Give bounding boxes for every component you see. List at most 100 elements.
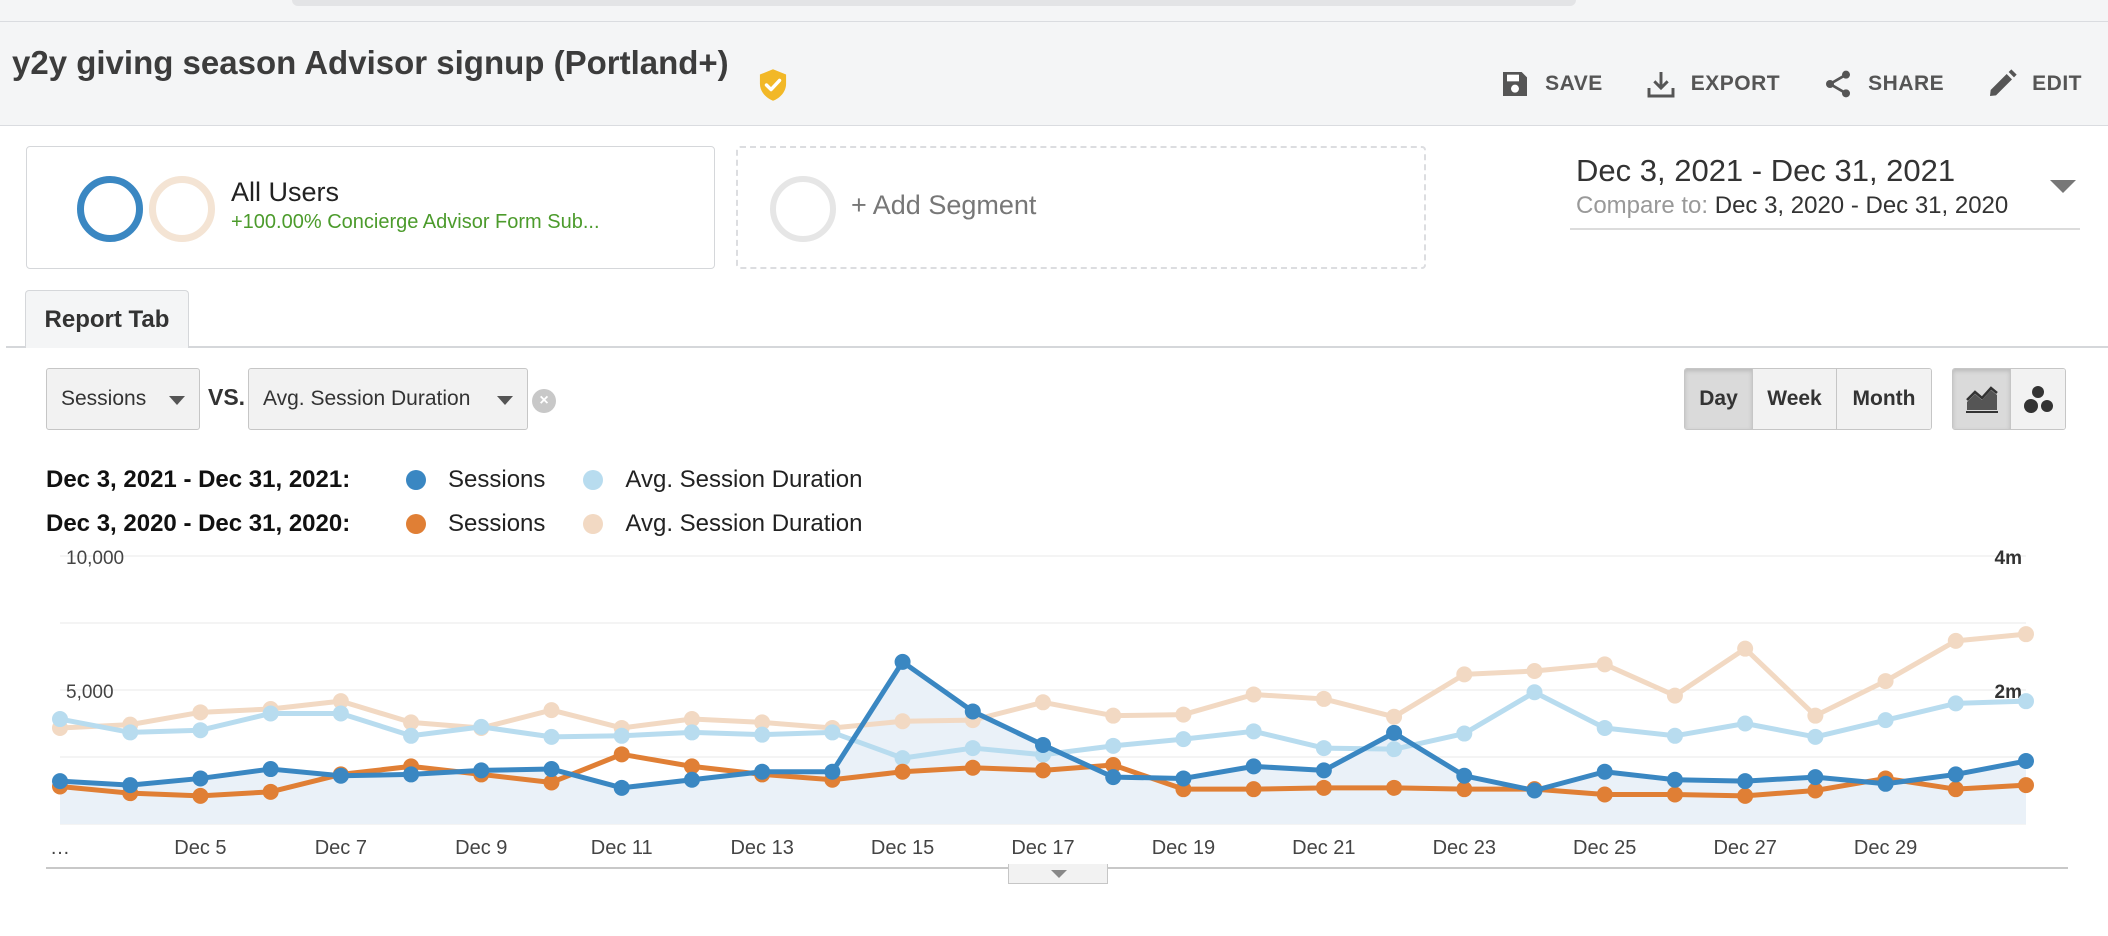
verified-shield-icon bbox=[759, 69, 787, 101]
date-range-compare: Compare to: Dec 3, 2020 - Dec 31, 2020 bbox=[1576, 192, 2008, 220]
data-point-sessions-2020 bbox=[262, 783, 279, 800]
data-point-duration-2021 bbox=[964, 740, 981, 757]
data-point-duration-2020 bbox=[543, 702, 560, 719]
remove-metric-icon[interactable]: × bbox=[532, 389, 556, 413]
line-chart-button[interactable] bbox=[1953, 369, 2011, 429]
export-label: EXPORT bbox=[1690, 72, 1781, 95]
download-icon bbox=[1647, 72, 1675, 98]
x-tick-label: Dec 21 bbox=[1292, 837, 1355, 859]
data-point-duration-2021 bbox=[1526, 684, 1543, 701]
data-point-duration-2020 bbox=[1315, 690, 1332, 707]
edit-button[interactable]: EDIT bbox=[1986, 68, 2082, 100]
data-point-sessions-2020 bbox=[1245, 781, 1262, 798]
share-label: SHARE bbox=[1868, 72, 1945, 95]
data-point-sessions-2021 bbox=[52, 773, 68, 790]
legend-dot-icon bbox=[583, 470, 604, 490]
data-point-sessions-2020 bbox=[1947, 781, 1964, 798]
x-tick-label: Dec 7 bbox=[315, 837, 367, 859]
segment-name: All Users bbox=[231, 177, 340, 207]
data-point-sessions-2020 bbox=[1666, 786, 1683, 803]
legend-sessions-current-label: Sessions bbox=[448, 466, 546, 493]
share-icon bbox=[1826, 70, 1851, 98]
secondary-metric-select[interactable]: Avg. Session Duration bbox=[248, 368, 528, 430]
export-button[interactable]: EXPORT bbox=[1645, 68, 1780, 100]
legend-duration-current-label: Avg. Session Duration bbox=[625, 466, 863, 493]
x-tick-label: Dec 17 bbox=[1011, 837, 1074, 859]
x-tick-label: Dec 19 bbox=[1152, 837, 1215, 859]
data-point-duration-2021 bbox=[192, 722, 209, 739]
legend-dot-icon bbox=[406, 470, 426, 490]
x-tick-label: Dec 11 bbox=[591, 837, 653, 859]
data-point-sessions-2021 bbox=[1386, 724, 1403, 741]
data-point-duration-2021 bbox=[332, 705, 349, 722]
data-point-sessions-2021 bbox=[964, 703, 981, 720]
save-button[interactable]: SAVE bbox=[1499, 68, 1603, 100]
add-segment-label: + Add Segment bbox=[851, 190, 1037, 220]
data-point-duration-2020 bbox=[1035, 694, 1051, 711]
data-point-sessions-2021 bbox=[2018, 753, 2034, 770]
legend-duration-previous-label: Avg. Session Duration bbox=[625, 510, 863, 537]
data-point-sessions-2021 bbox=[1737, 773, 1754, 790]
collapse-chart-toggle[interactable] bbox=[1008, 864, 1108, 884]
search-bar[interactable] bbox=[292, 0, 1576, 6]
legend-dot-icon bbox=[406, 514, 426, 534]
legend-period-previous: Dec 3, 2020 - Dec 31, 2020: bbox=[46, 510, 351, 537]
data-point-duration-2020 bbox=[1245, 686, 1262, 703]
y-left-tick-label: 5,000 bbox=[66, 682, 114, 703]
segment-all-users[interactable]: All Users +100.00% Concierge Advisor For… bbox=[26, 146, 715, 269]
segment-detail: +100.00% Concierge Advisor Form Sub... bbox=[231, 211, 600, 233]
data-point-duration-2021 bbox=[754, 726, 771, 743]
date-range-picker[interactable]: Dec 3, 2021 - Dec 31, 2021 Compare to: D… bbox=[1570, 150, 2080, 230]
data-point-duration-2021 bbox=[262, 705, 279, 722]
data-point-sessions-2021 bbox=[1877, 775, 1894, 792]
data-point-duration-2021 bbox=[403, 727, 420, 744]
share-button[interactable]: SHARE bbox=[1822, 68, 1944, 100]
data-point-duration-2021 bbox=[824, 724, 841, 741]
compare-label: Compare to: bbox=[1576, 192, 1709, 219]
data-point-sessions-2021 bbox=[1105, 769, 1122, 786]
edit-label: EDIT bbox=[2032, 72, 2082, 95]
data-point-sessions-2020 bbox=[1737, 787, 1754, 804]
motion-chart-button[interactable] bbox=[2011, 369, 2065, 429]
x-tick-label: Dec 13 bbox=[730, 837, 793, 859]
data-point-duration-2021 bbox=[1456, 725, 1473, 742]
data-point-duration-2021 bbox=[1596, 719, 1613, 736]
tab-report[interactable]: Report Tab bbox=[25, 290, 189, 348]
month-button[interactable]: Month bbox=[1837, 369, 1931, 429]
week-button[interactable]: Week bbox=[1753, 369, 1837, 429]
data-point-sessions-2021 bbox=[1315, 762, 1332, 779]
legend-dot-icon bbox=[583, 514, 604, 534]
data-point-duration-2020 bbox=[1877, 673, 1894, 690]
legend-period-current: Dec 3, 2021 - Dec 31, 2021: bbox=[46, 466, 351, 493]
data-point-sessions-2020 bbox=[2018, 777, 2034, 794]
data-point-sessions-2021 bbox=[332, 767, 349, 784]
data-point-duration-2021 bbox=[894, 750, 911, 767]
x-tick-label: Dec 15 bbox=[871, 837, 934, 859]
granularity-buttons: Day Week Month bbox=[1684, 368, 1932, 430]
legend-duration-previous[interactable]: Avg. Session Duration bbox=[583, 510, 862, 538]
data-point-duration-2021 bbox=[2018, 693, 2034, 710]
data-point-sessions-2020 bbox=[1386, 779, 1403, 796]
legend-duration-current[interactable]: Avg. Session Duration bbox=[583, 466, 862, 494]
x-tick-label: Dec 29 bbox=[1854, 837, 1917, 859]
legend-sessions-previous[interactable]: Sessions bbox=[406, 510, 545, 538]
empty-segment-ring-icon bbox=[770, 176, 836, 242]
data-point-duration-2021 bbox=[613, 727, 630, 744]
data-point-sessions-2021 bbox=[403, 766, 420, 783]
segment-current-ring-icon bbox=[77, 176, 143, 242]
data-point-duration-2020 bbox=[1456, 666, 1473, 683]
data-point-duration-2021 bbox=[1386, 741, 1403, 758]
add-segment-button[interactable]: + Add Segment bbox=[736, 146, 1426, 269]
data-point-duration-2021 bbox=[1666, 727, 1683, 744]
day-button[interactable]: Day bbox=[1685, 369, 1753, 429]
compare-value: Dec 3, 2020 - Dec 31, 2020 bbox=[1714, 192, 2009, 219]
data-point-sessions-2021 bbox=[262, 761, 279, 778]
line-chart-icon bbox=[1965, 386, 1998, 413]
legend-row-current: Dec 3, 2021 - Dec 31, 2021: Sessions Avg… bbox=[46, 462, 900, 498]
data-point-sessions-2021 bbox=[754, 763, 771, 780]
primary-metric-select[interactable]: Sessions bbox=[46, 368, 200, 430]
legend-sessions-current[interactable]: Sessions bbox=[406, 466, 545, 494]
x-tick-label: Dec 9 bbox=[455, 837, 507, 859]
data-point-sessions-2021 bbox=[1807, 769, 1824, 786]
primary-metric-value: Sessions bbox=[61, 387, 147, 410]
